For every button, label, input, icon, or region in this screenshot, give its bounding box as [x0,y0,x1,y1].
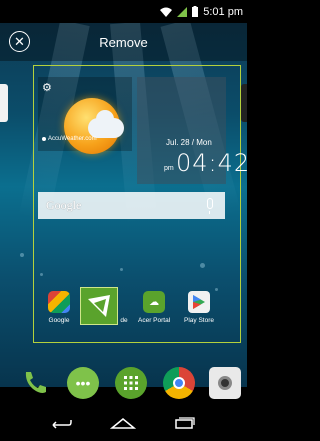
battery-icon [192,6,199,17]
navigation-bar [0,405,247,441]
remove-drop-target[interactable]: ✕ Remove [0,23,247,61]
clock-ampm: pm [164,165,174,172]
dragged-acer-guide-icon[interactable] [80,287,118,325]
close-circle-icon[interactable]: ✕ [9,31,30,52]
phone-icon[interactable] [19,367,51,399]
home-icon[interactable] [108,413,138,433]
back-icon[interactable] [46,413,76,433]
app-acer-portal[interactable]: ☁ Acer Portal [138,291,170,324]
app-label: de [120,317,128,324]
clock-time: 04:42 [176,149,251,177]
chrome-icon[interactable] [163,367,195,399]
status-bar: 5:01 pm [0,0,247,23]
play-store-icon [188,291,210,313]
app-drawer-icon[interactable] [115,367,147,399]
app-label: Acer Portal [138,317,171,324]
mic-icon[interactable] [207,198,213,214]
search-label: Google [46,198,82,212]
acer-portal-icon: ☁ [143,291,166,313]
google-folder-icon [48,291,70,313]
accuweather-label: AccuWeather.com [42,136,97,142]
app-label: Play Store [184,317,214,324]
right-page-edge[interactable] [241,84,247,122]
remove-label: Remove [99,34,148,50]
google-search-bar[interactable]: Google [38,192,225,219]
messaging-icon[interactable]: ••• [67,367,99,399]
recents-icon[interactable] [170,413,200,433]
camera-icon[interactable] [209,367,241,399]
app-google[interactable]: Google [48,291,70,324]
left-page-edge[interactable] [0,84,8,122]
wifi-icon [160,7,173,17]
clock-date: Jul. 28 / Mon [166,138,212,147]
cloud-icon [88,110,124,138]
app-play-store[interactable]: Play Store [184,291,214,324]
signal-icon [177,6,188,17]
app-label: Google [48,317,70,324]
status-time: 5:01 pm [203,5,243,18]
gear-icon[interactable]: ⚙ [42,81,52,94]
dock: ••• [0,363,247,405]
